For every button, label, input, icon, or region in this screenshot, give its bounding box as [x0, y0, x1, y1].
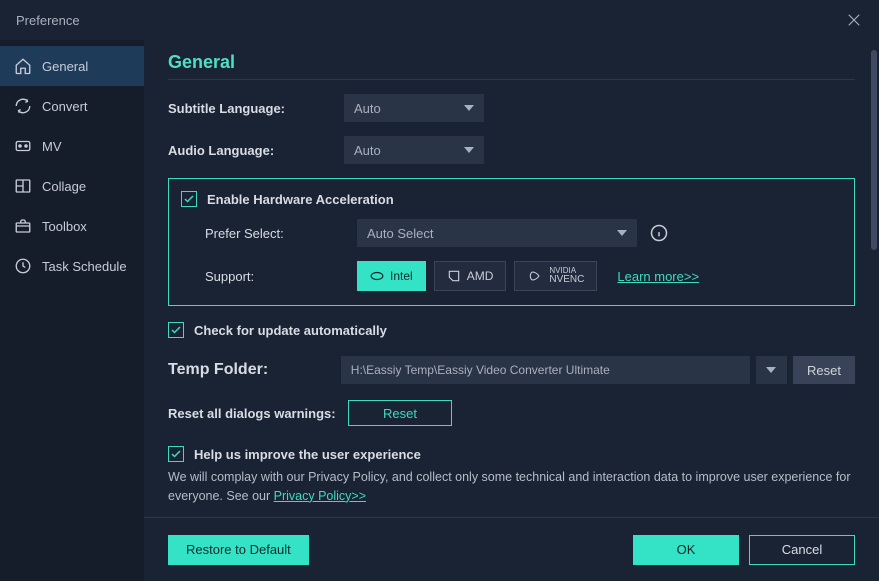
sidebar-item-label: MV	[42, 139, 62, 154]
enable-hwaccel-label: Enable Hardware Acceleration	[207, 192, 394, 207]
intel-icon	[370, 269, 384, 283]
reset-dialogs-button[interactable]: Reset	[348, 400, 452, 426]
ok-button[interactable]: OK	[633, 535, 739, 565]
hardware-accel-group: Enable Hardware Acceleration Prefer Sele…	[168, 178, 855, 306]
window-title: Preference	[16, 13, 80, 28]
prefer-select-value: Auto Select	[367, 226, 434, 241]
sidebar-item-convert[interactable]: Convert	[0, 86, 144, 126]
sidebar-item-toolbox[interactable]: Toolbox	[0, 206, 144, 246]
check-update-label: Check for update automatically	[194, 323, 387, 338]
temp-folder-label: Temp Folder:	[168, 361, 341, 379]
subtitle-language-select[interactable]: Auto	[344, 94, 484, 122]
gpu-nvenc-badge: NVIDIA NVENC	[514, 261, 597, 291]
info-icon[interactable]	[649, 223, 669, 243]
help-improve-text: We will complay with our Privacy Policy,…	[168, 468, 855, 506]
reset-dialogs-label: Reset all dialogs warnings:	[168, 406, 348, 421]
convert-icon	[14, 97, 32, 115]
footer: Restore to Default OK Cancel	[144, 517, 879, 581]
sidebar-item-label: Toolbox	[42, 219, 87, 234]
subtitle-language-value: Auto	[354, 101, 381, 116]
sidebar-item-general[interactable]: General	[0, 46, 144, 86]
chevron-down-icon	[464, 147, 474, 153]
section-title-general: General	[168, 52, 855, 80]
check-update-checkbox[interactable]	[168, 322, 184, 338]
enable-hwaccel-checkbox[interactable]	[181, 191, 197, 207]
sidebar-item-label: General	[42, 59, 88, 74]
titlebar: Preference	[0, 0, 879, 40]
gpu-amd-badge: AMD	[434, 261, 507, 291]
sidebar-item-mv[interactable]: MV	[0, 126, 144, 166]
subtitle-language-label: Subtitle Language:	[168, 101, 344, 116]
collage-icon	[14, 177, 32, 195]
support-label: Support:	[205, 269, 357, 284]
amd-icon	[447, 269, 461, 283]
main-content: General Subtitle Language: Auto Audio La…	[144, 40, 879, 517]
audio-language-value: Auto	[354, 143, 381, 158]
learn-more-link[interactable]: Learn more>>	[617, 269, 699, 284]
audio-language-label: Audio Language:	[168, 143, 344, 158]
sidebar-item-task-schedule[interactable]: Task Schedule	[0, 246, 144, 286]
sidebar-item-label: Convert	[42, 99, 88, 114]
chevron-down-icon	[617, 230, 627, 236]
sidebar-item-label: Collage	[42, 179, 86, 194]
schedule-icon	[14, 257, 32, 275]
help-improve-label: Help us improve the user experience	[194, 447, 421, 462]
sidebar-item-label: Task Schedule	[42, 259, 127, 274]
mv-icon	[14, 137, 32, 155]
audio-language-select[interactable]: Auto	[344, 136, 484, 164]
temp-folder-browse-button[interactable]	[756, 356, 787, 384]
close-icon[interactable]	[845, 11, 863, 29]
scrollbar[interactable]	[871, 50, 877, 490]
sidebar-item-collage[interactable]: Collage	[0, 166, 144, 206]
cancel-button[interactable]: Cancel	[749, 535, 855, 565]
restore-default-button[interactable]: Restore to Default	[168, 535, 309, 565]
help-improve-checkbox[interactable]	[168, 446, 184, 462]
toolbox-icon	[14, 217, 32, 235]
chevron-down-icon	[464, 105, 474, 111]
check-icon	[183, 193, 195, 205]
home-icon	[14, 57, 32, 75]
check-icon	[170, 324, 182, 336]
sidebar: General Convert MV Collage Toolbox Task …	[0, 40, 144, 581]
privacy-policy-link[interactable]: Privacy Policy>>	[274, 489, 366, 503]
chevron-down-icon	[766, 367, 776, 373]
prefer-select-label: Prefer Select:	[205, 226, 357, 241]
nvidia-icon	[527, 268, 543, 284]
temp-folder-reset-button[interactable]: Reset	[793, 356, 855, 384]
check-icon	[170, 448, 182, 460]
prefer-select-dropdown[interactable]: Auto Select	[357, 219, 637, 247]
gpu-intel-badge: Intel	[357, 261, 426, 291]
temp-folder-path[interactable]: H:\Eassiy Temp\Eassiy Video Converter Ul…	[341, 356, 750, 384]
